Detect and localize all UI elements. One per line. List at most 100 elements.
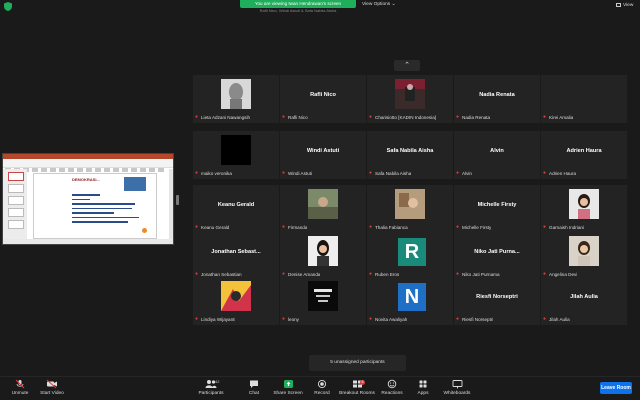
participant-tile[interactable]: ● Firmanda bbox=[280, 185, 366, 233]
muted-mic-icon: ● bbox=[369, 225, 373, 230]
participant-tile[interactable]: ● leony bbox=[280, 277, 366, 325]
start-video-button[interactable]: Start Video bbox=[32, 379, 72, 397]
participant-display-name: Rafli Nico bbox=[310, 92, 336, 98]
participant-name-text: Alvin bbox=[462, 171, 472, 176]
participant-profile-photo bbox=[395, 79, 425, 109]
slide-title: DEMOKRASI... bbox=[72, 177, 100, 182]
participant-initial-avatar: R bbox=[398, 238, 426, 266]
participant-tile[interactable]: Rafli Nico ● Rafli Nico bbox=[280, 75, 366, 123]
grid-view-icon bbox=[616, 2, 621, 7]
muted-mic-icon: ● bbox=[282, 115, 286, 120]
participant-tile[interactable]: ● Lieta Adzani Nawangsih bbox=[193, 75, 279, 123]
slide-scrollbar[interactable] bbox=[169, 169, 173, 241]
participants-icon bbox=[191, 379, 231, 391]
participant-name-text: Michelle Firsty bbox=[462, 225, 492, 230]
participant-display-name: Windi Astuti bbox=[306, 148, 340, 154]
participant-name-label: ● Novita Awaliyah bbox=[369, 317, 407, 323]
participant-name-label: ● Garnaish Indriani bbox=[543, 225, 584, 231]
participant-tile[interactable]: ● Thalia Fabianca bbox=[367, 185, 453, 233]
participant-tile[interactable]: Riesfi Norseptri ● Riesfi Norseptri bbox=[454, 277, 540, 325]
participant-name-label: ● maiko veronika bbox=[195, 171, 232, 177]
participant-name-label: ● Keanu Gerald bbox=[195, 225, 229, 231]
meeting-toolbar: Unmute Start Video 42 Participants Chat bbox=[0, 376, 640, 400]
whiteboards-label: Whiteboards bbox=[443, 391, 471, 396]
muted-mic-icon: ● bbox=[195, 317, 199, 322]
participant-tile[interactable]: Nadia Renata ● Nadia Renata bbox=[454, 75, 540, 123]
muted-mic-icon: ● bbox=[282, 171, 286, 176]
record-button[interactable]: Record bbox=[302, 379, 342, 397]
participant-name-label: ● Lieta Adzani Nawangsih bbox=[195, 115, 250, 121]
unassigned-participants-notice[interactable]: 5 unassigned participants bbox=[309, 355, 406, 371]
participant-display-name: Keanu Gerald bbox=[217, 202, 255, 208]
participant-display-name: Jonathan Sebast... bbox=[211, 249, 261, 255]
participant-name-text: Windi Astuti bbox=[288, 171, 312, 176]
muted-mic-icon: ● bbox=[543, 115, 547, 120]
participant-tile[interactable]: ● Angelina Devi bbox=[541, 232, 627, 280]
participant-tile[interactable]: Alvin ● Alvin bbox=[454, 131, 540, 179]
participant-name-label: ● leony bbox=[282, 317, 299, 323]
participant-tile[interactable]: Keanu Gerald ● Keanu Gerald bbox=[193, 185, 279, 233]
current-slide: DEMOKRASI... bbox=[33, 173, 157, 239]
breakout-rooms-icon bbox=[337, 379, 377, 391]
participant-name-label: ● Nadia Renata bbox=[456, 115, 490, 121]
participant-tile[interactable]: ● Charisiotto [KADIN Indonesia] bbox=[367, 75, 453, 123]
participant-display-name: Riesfi Norseptri bbox=[476, 294, 518, 300]
muted-mic-icon: ● bbox=[456, 171, 460, 176]
breakout-rooms-label: Breakout Rooms bbox=[339, 391, 375, 396]
whiteboards-button[interactable]: Whiteboards bbox=[437, 379, 477, 397]
participant-profile-photo bbox=[569, 236, 599, 266]
whiteboard-icon bbox=[437, 379, 477, 391]
screen-share-banner: You are viewing Iwan Hendrawan's screen bbox=[240, 0, 356, 8]
participant-name-text: Nadia Renata bbox=[462, 115, 491, 120]
leave-room-button[interactable]: Leave Room bbox=[600, 382, 632, 394]
participants-button[interactable]: 42 Participants bbox=[191, 379, 231, 397]
view-button-label: View bbox=[623, 3, 634, 8]
slide-orange-marker bbox=[142, 228, 147, 233]
participants-label: Participants bbox=[198, 391, 224, 396]
participant-name-label: ● Adrien Haura bbox=[543, 171, 576, 177]
participant-name-text: Lindiya Wijayanti bbox=[201, 317, 236, 322]
participant-name-label: ● Rafli Nico bbox=[282, 115, 308, 121]
shared-screen-view[interactable]: DEMOKRASI... bbox=[2, 153, 174, 245]
breakout-rooms-button[interactable]: 5 Breakout Rooms bbox=[337, 379, 377, 397]
participant-display-name: Alvin bbox=[490, 148, 504, 154]
participant-name-label: ● Windi Astuti bbox=[282, 171, 312, 177]
participant-display-name: Adrien Haura bbox=[566, 148, 602, 154]
participant-tile[interactable]: Niko Jati Purna... ● Niko Jati Purnama bbox=[454, 232, 540, 280]
zoom-meeting-window: You are viewing Iwan Hendrawan's screen … bbox=[0, 0, 640, 400]
participant-tile[interactable]: Jonathan Sebast... ● Jonathan Sebastian bbox=[193, 232, 279, 280]
participant-name-text: Lieta Adzani Nawangsih bbox=[201, 115, 251, 120]
participant-display-name: Safa Nabila Aisha bbox=[386, 148, 434, 154]
view-options-button[interactable]: View Options ⌄ bbox=[362, 1, 396, 9]
participant-display-name: Niko Jati Purna... bbox=[474, 249, 520, 255]
participant-tile[interactable]: Windi Astuti ● Windi Astuti bbox=[280, 131, 366, 179]
participant-profile-photo bbox=[308, 281, 338, 311]
participant-tile[interactable]: ● maiko veronika bbox=[193, 131, 279, 179]
powerpoint-statusbar bbox=[3, 239, 173, 244]
participant-name-label: ● Riesfi Norseptri bbox=[456, 317, 493, 323]
participant-tile[interactable]: ● Garnaish Indriani bbox=[541, 185, 627, 233]
participant-name-label: ● Lindiya Wijayanti bbox=[195, 317, 235, 323]
record-icon bbox=[302, 379, 342, 391]
participant-tile[interactable]: Safa Nabila Aisha ● Safa Nabila Aisha bbox=[367, 131, 453, 179]
participant-tile[interactable]: N ● Novita Awaliyah bbox=[367, 277, 453, 325]
participant-tile[interactable]: ● Kirei Amalia bbox=[541, 75, 627, 123]
security-shield-icon[interactable] bbox=[4, 2, 12, 11]
split-divider-handle[interactable] bbox=[176, 195, 179, 205]
participant-tile[interactable]: R ● Ruben Eros bbox=[367, 232, 453, 280]
participant-name-text: Charisiotto [KADIN Indonesia] bbox=[375, 115, 437, 120]
participant-tile[interactable]: ● Lindiya Wijayanti bbox=[193, 277, 279, 325]
participant-profile-photo bbox=[221, 135, 251, 165]
gallery-page-up-button[interactable]: ⌃ bbox=[394, 60, 420, 71]
participant-name-text: Firmanda bbox=[288, 225, 308, 230]
participant-tile[interactable]: Jilah Aulia ● Jilah Aulia bbox=[541, 277, 627, 325]
participant-name-text: Adrien Haura bbox=[549, 171, 577, 176]
participant-tile[interactable]: Adrien Haura ● Adrien Haura bbox=[541, 131, 627, 179]
view-button[interactable]: View bbox=[616, 2, 633, 10]
participant-tile[interactable]: ● Denise Amanda bbox=[280, 232, 366, 280]
participant-name-label: ● Kirei Amalia bbox=[543, 115, 573, 121]
chevron-up-icon: ⌃ bbox=[404, 62, 410, 69]
slide-image bbox=[124, 177, 146, 191]
muted-mic-icon: ● bbox=[456, 225, 460, 230]
participant-tile[interactable]: Michelle Firsty ● Michelle Firsty bbox=[454, 185, 540, 233]
